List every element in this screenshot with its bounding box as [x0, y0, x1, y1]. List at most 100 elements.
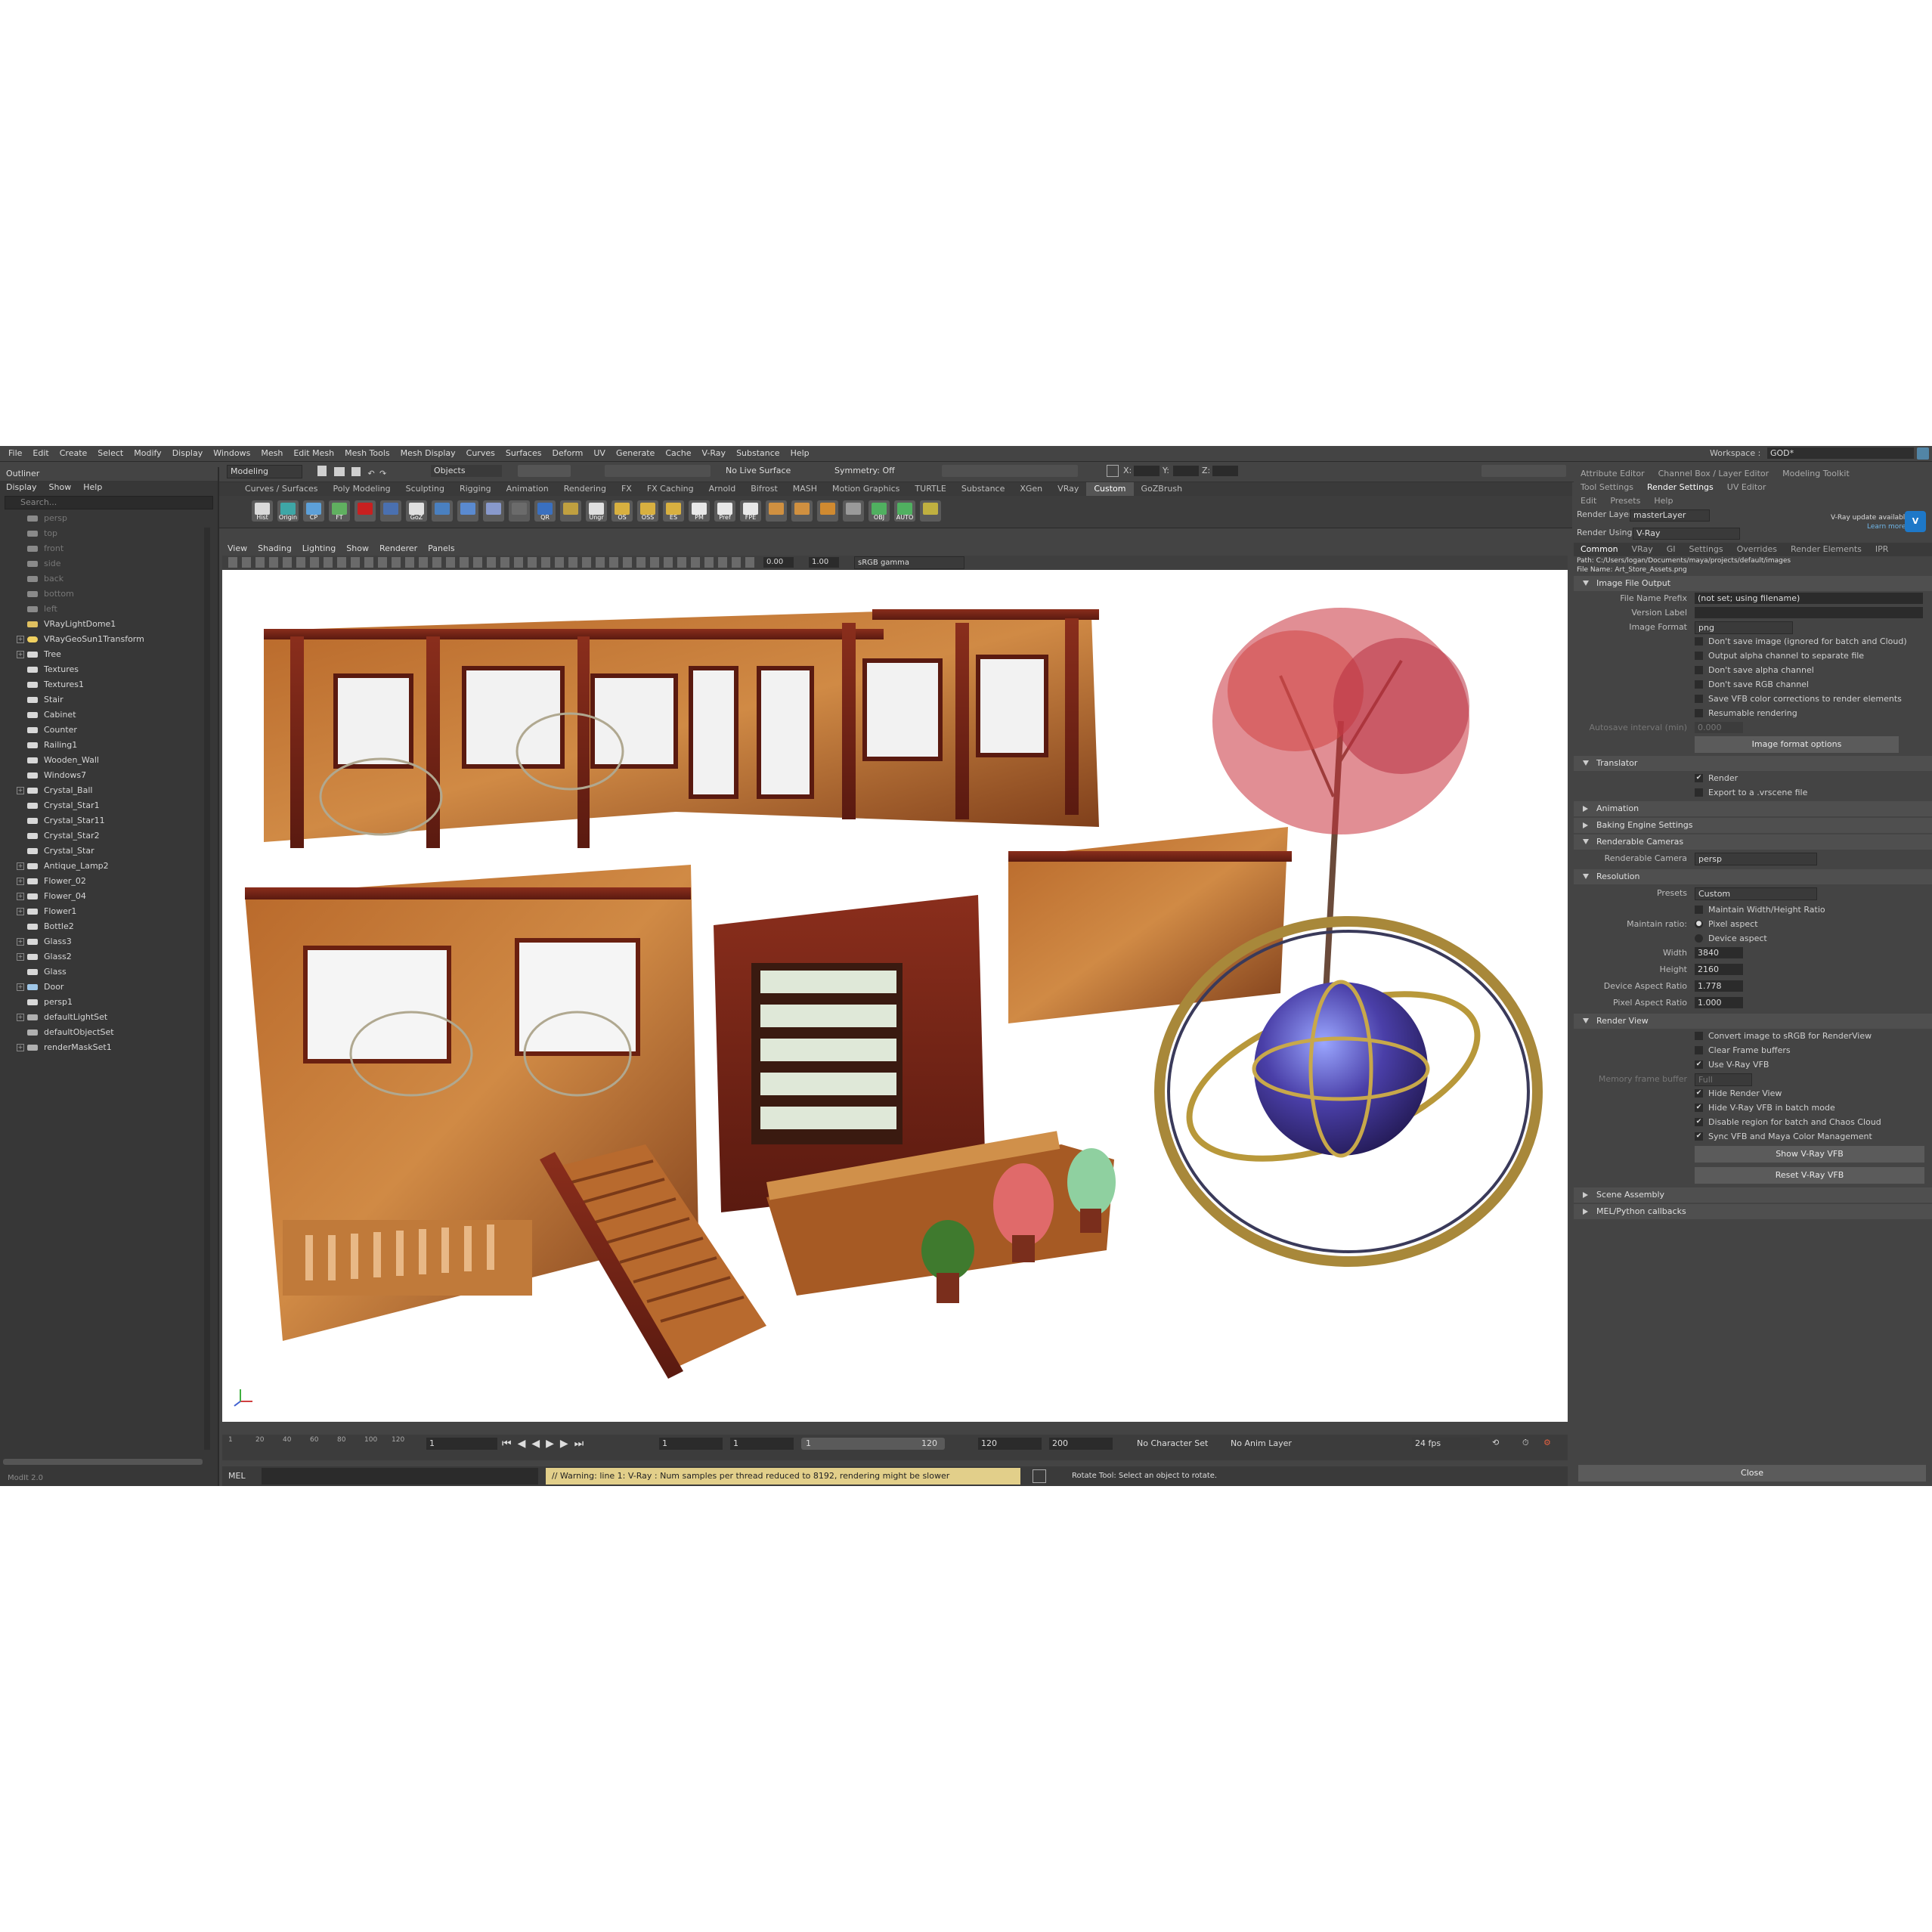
menu-edit[interactable]: Edit: [27, 446, 54, 461]
redo-icon[interactable]: ↷: [379, 469, 389, 478]
expand-icon[interactable]: +: [17, 787, 24, 794]
shelf-button-tool-23[interactable]: [817, 500, 838, 522]
shelf-tab-vray[interactable]: VRay: [1050, 482, 1086, 496]
panel-menu-shading[interactable]: Shading: [252, 543, 297, 555]
shelf-tab-animation[interactable]: Animation: [499, 482, 556, 496]
shelf-button-tool-21[interactable]: [766, 500, 787, 522]
shelf-tab-custom[interactable]: Custom: [1086, 482, 1134, 496]
outliner-item[interactable]: Windows7: [0, 768, 218, 783]
menu-help[interactable]: Help: [785, 446, 815, 461]
new-scene-icon[interactable]: [317, 466, 327, 476]
fps-dropdown[interactable]: 24 fps: [1412, 1438, 1480, 1450]
pixel-aspect-ratio-field[interactable]: 1.000: [1695, 997, 1743, 1008]
shelf-button-fpe[interactable]: FPE: [740, 500, 761, 522]
render-layer-dropdown[interactable]: masterLayer: [1630, 509, 1710, 522]
shelf-button-tool-9[interactable]: [457, 500, 478, 522]
image-format-options-button[interactable]: Image format options: [1695, 736, 1899, 753]
shelf-button-tool-13[interactable]: [560, 500, 581, 522]
menu-uv[interactable]: UV: [588, 446, 611, 461]
tab-help[interactable]: Help: [1647, 494, 1680, 508]
outliner-menu-help[interactable]: Help: [77, 481, 108, 494]
outliner-item[interactable]: Crystal_Star2: [0, 828, 218, 844]
outliner-item[interactable]: + defaultLightSet: [0, 1010, 218, 1025]
script-language[interactable]: MEL: [228, 1469, 246, 1483]
shelf-tab-bifrost[interactable]: Bifrost: [743, 482, 785, 496]
tab-render-settings[interactable]: Render Settings: [1640, 481, 1720, 494]
close-button[interactable]: Close: [1578, 1465, 1926, 1482]
checkbox[interactable]: [1695, 709, 1703, 717]
outliner-item[interactable]: back: [0, 571, 218, 587]
section-image-file-output[interactable]: Image File Output: [1574, 576, 1932, 591]
presets-dropdown[interactable]: Custom: [1695, 887, 1817, 900]
render-checkbox[interactable]: ✔: [1695, 774, 1703, 782]
checkbox[interactable]: [1695, 637, 1703, 646]
outliner-item[interactable]: + Flower_02: [0, 874, 218, 889]
outliner-item[interactable]: Railing1: [0, 738, 218, 753]
tab-tool-settings[interactable]: Tool Settings: [1574, 481, 1640, 494]
menu-generate[interactable]: Generate: [611, 446, 660, 461]
lock-icon[interactable]: [1917, 447, 1929, 460]
renderable-camera-dropdown[interactable]: persp: [1695, 853, 1817, 865]
expand-icon[interactable]: +: [17, 651, 24, 658]
section-render-view[interactable]: Render View: [1574, 1014, 1932, 1029]
range-end-field[interactable]: 120: [978, 1438, 1042, 1450]
tab-attribute-editor[interactable]: Attribute Editor: [1574, 467, 1652, 481]
render-using-dropdown[interactable]: V-Ray: [1633, 528, 1740, 540]
prefix-field[interactable]: (not set; using filename): [1695, 593, 1923, 604]
shelf-button-tool-24[interactable]: [843, 500, 864, 522]
shelf-button-goz[interactable]: GoZ: [406, 500, 427, 522]
menu-curves[interactable]: Curves: [461, 446, 500, 461]
device-aspect-ratio-field[interactable]: 1.778: [1695, 980, 1743, 992]
expand-icon[interactable]: +: [17, 862, 24, 870]
outliner-item[interactable]: + Antique_Lamp2: [0, 859, 218, 874]
shelf-button-cp[interactable]: CP: [303, 500, 324, 522]
tab-common[interactable]: Common: [1574, 543, 1625, 556]
tab-ipr[interactable]: IPR: [1869, 543, 1896, 556]
loop-icon[interactable]: ⟲: [1492, 1438, 1504, 1450]
shelf-button-os[interactable]: OS: [611, 500, 633, 522]
menu-mesh-display[interactable]: Mesh Display: [395, 446, 461, 461]
shelf-button-pref[interactable]: Pref: [714, 500, 735, 522]
shelf-tab-xgen[interactable]: XGen: [1012, 482, 1050, 496]
menuset-dropdown[interactable]: Modeling: [227, 465, 302, 478]
outliner-search-input[interactable]: Search...: [5, 496, 213, 509]
section-animation[interactable]: Animation: [1574, 801, 1932, 816]
panel-menu-panels[interactable]: Panels: [423, 543, 460, 555]
outliner-item[interactable]: VRayLightDome1: [0, 617, 218, 632]
tab-render-elements[interactable]: Render Elements: [1784, 543, 1869, 556]
outliner-item[interactable]: side: [0, 556, 218, 571]
gamma-field[interactable]: 1.00: [809, 557, 839, 568]
script-editor-icon[interactable]: [1033, 1469, 1046, 1483]
menu-cache[interactable]: Cache: [660, 446, 696, 461]
learn-more-link[interactable]: Learn more: [1867, 523, 1906, 531]
tab-edit[interactable]: Edit: [1574, 494, 1603, 508]
shelf-button-tool-10[interactable]: [483, 500, 504, 522]
shelf-button-tool-6[interactable]: [380, 500, 401, 522]
expand-icon[interactable]: +: [17, 1044, 24, 1051]
checkbox[interactable]: [1695, 695, 1703, 703]
z-field[interactable]: [1212, 466, 1238, 476]
version-field[interactable]: [1695, 607, 1923, 618]
command-input[interactable]: [262, 1468, 538, 1485]
playback-controls[interactable]: ⏮◀◀▶▶⏭: [502, 1438, 638, 1450]
shelf-tab-substance[interactable]: Substance: [954, 482, 1013, 496]
height-field[interactable]: 2160: [1695, 964, 1743, 975]
menu-substance[interactable]: Substance: [731, 446, 785, 461]
outliner-item[interactable]: front: [0, 541, 218, 556]
y-field[interactable]: [1173, 466, 1199, 476]
panel-toggle-icons[interactable]: [1482, 465, 1566, 477]
panel-menu-view[interactable]: View: [222, 543, 252, 555]
memory-fb-dropdown[interactable]: Full: [1695, 1073, 1752, 1086]
menu-file[interactable]: File: [3, 446, 27, 461]
shelf-tab-motion-graphics[interactable]: Motion Graphics: [825, 482, 907, 496]
tab-vray[interactable]: VRay: [1625, 543, 1660, 556]
outliner-item[interactable]: Crystal_Star1: [0, 798, 218, 813]
menu-surfaces[interactable]: Surfaces: [500, 446, 547, 461]
shelf-button-es[interactable]: ES: [663, 500, 684, 522]
snap-icons[interactable]: [605, 465, 711, 477]
shelf-button-pm[interactable]: PM: [689, 500, 710, 522]
shelf-button-obj-export[interactable]: OBJ EXPORT: [868, 500, 890, 522]
outliner-item[interactable]: + Glass2: [0, 949, 218, 964]
render-icons[interactable]: [942, 465, 1078, 477]
menu-mesh[interactable]: Mesh: [255, 446, 288, 461]
